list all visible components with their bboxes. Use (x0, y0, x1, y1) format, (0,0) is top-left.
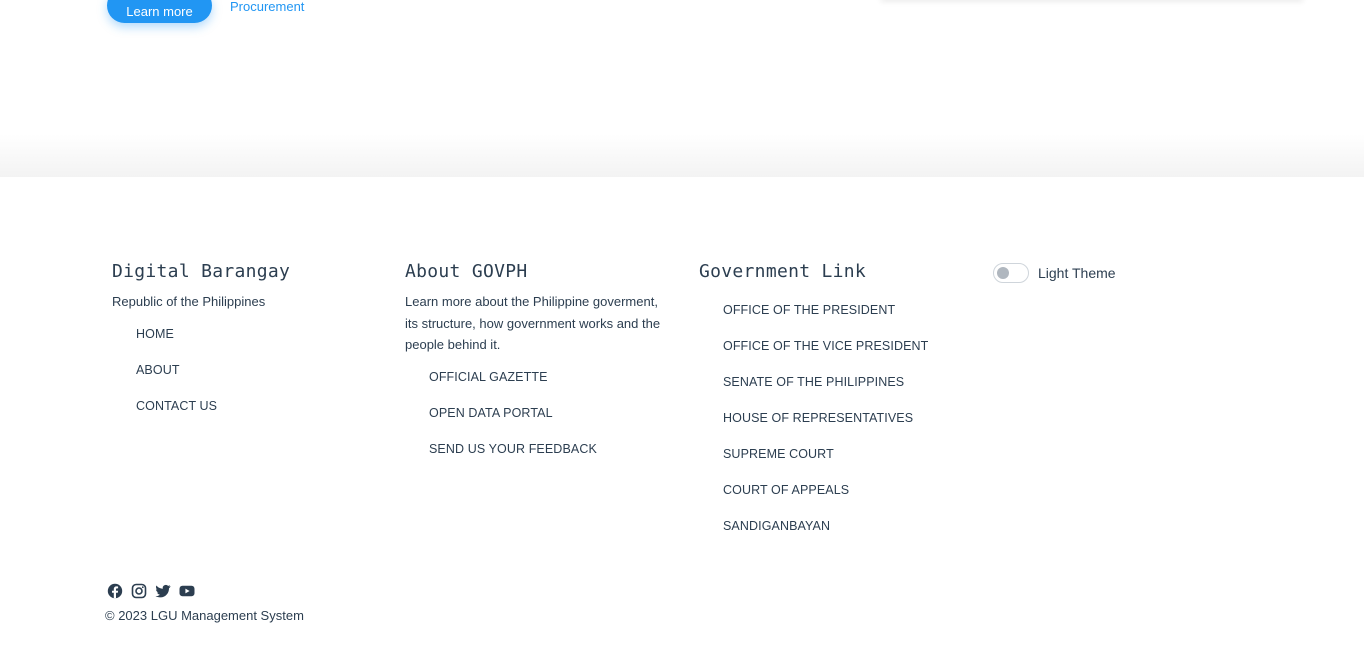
footer-link-official-gazette[interactable]: OFFICIAL GAZETTE (429, 370, 548, 384)
twitter-icon[interactable] (155, 583, 171, 599)
theme-toggle[interactable]: Light Theme (993, 263, 1116, 283)
gov-link-president[interactable]: OFFICE OF THE PRESIDENT (723, 303, 895, 317)
footer-nav-item: HOME (112, 325, 372, 361)
hero-bottom: Learn more Procurement (0, 0, 1364, 134)
gov-link-item: HOUSE OF REPRESENTATIVES (699, 409, 979, 445)
footer-about-list: OFFICIAL GAZETTE OPEN DATA PORTAL SEND U… (405, 368, 665, 476)
gov-link-item: SUPREME COURT (699, 445, 979, 481)
footer-link-contact[interactable]: CONTACT US (136, 399, 217, 413)
theme-switch-knob (997, 267, 1009, 279)
gov-link-item: SANDIGANBAYAN (699, 517, 979, 553)
footer-gov-links-list: OFFICE OF THE PRESIDENT OFFICE OF THE VI… (699, 301, 979, 553)
section-divider (0, 134, 1364, 177)
footer-brand-title: Digital Barangay (112, 261, 291, 282)
footer-about-item: OFFICIAL GAZETTE (405, 368, 665, 404)
gov-link-item: OFFICE OF THE VICE PRESIDENT (699, 337, 979, 373)
footer-about-item: OPEN DATA PORTAL (405, 404, 665, 440)
gov-link-item: COURT OF APPEALS (699, 481, 979, 517)
youtube-icon[interactable] (179, 583, 195, 599)
footer-nav-item: ABOUT (112, 361, 372, 397)
learn-more-button[interactable]: Learn more (107, 0, 212, 23)
gov-link-court-of-appeals[interactable]: COURT OF APPEALS (723, 483, 849, 497)
footer-nav-list: HOME ABOUT CONTACT US (112, 325, 372, 433)
footer-link-home[interactable]: HOME (136, 327, 174, 341)
footer-brand-subtitle: Republic of the Philippines (112, 294, 266, 309)
footer-gov-links-column: Government Link OFFICE OF THE PRESIDENT … (699, 261, 979, 553)
gov-link-sandiganbayan[interactable]: SANDIGANBAYAN (723, 519, 830, 533)
footer-nav-item: CONTACT US (112, 397, 372, 433)
footer-brand-column: Digital Barangay Republic of the Philipp… (112, 261, 372, 433)
footer-gov-links-title: Government Link (699, 261, 867, 282)
footer-about-column: About GOVPH Learn more about the Philipp… (405, 261, 665, 476)
gov-link-supreme-court[interactable]: SUPREME COURT (723, 447, 834, 461)
copyright-text: © 2023 LGU Management System (105, 608, 304, 623)
procurement-link[interactable]: Procurement (230, 0, 304, 14)
site-footer: Digital Barangay Republic of the Philipp… (0, 177, 1364, 648)
theme-label: Light Theme (1038, 265, 1116, 281)
gov-link-vice-president[interactable]: OFFICE OF THE VICE PRESIDENT (723, 339, 928, 353)
footer-link-about[interactable]: ABOUT (136, 363, 180, 377)
footer-about-title: About GOVPH (405, 261, 528, 282)
footer-link-open-data-portal[interactable]: OPEN DATA PORTAL (429, 406, 553, 420)
footer-about-item: SEND US YOUR FEEDBACK (405, 440, 665, 476)
instagram-icon[interactable] (131, 583, 147, 599)
gov-link-item: SENATE OF THE PHILIPPINES (699, 373, 979, 409)
facebook-icon[interactable] (107, 583, 123, 599)
theme-switch[interactable] (993, 263, 1029, 283)
footer-link-feedback[interactable]: SEND US YOUR FEEDBACK (429, 442, 597, 456)
social-links (107, 583, 195, 599)
footer-about-description: Learn more about the Philippine govermen… (405, 294, 661, 352)
gov-link-senate[interactable]: SENATE OF THE PHILIPPINES (723, 375, 904, 389)
gov-link-house[interactable]: HOUSE OF REPRESENTATIVES (723, 411, 913, 425)
gov-link-item: OFFICE OF THE PRESIDENT (699, 301, 979, 337)
